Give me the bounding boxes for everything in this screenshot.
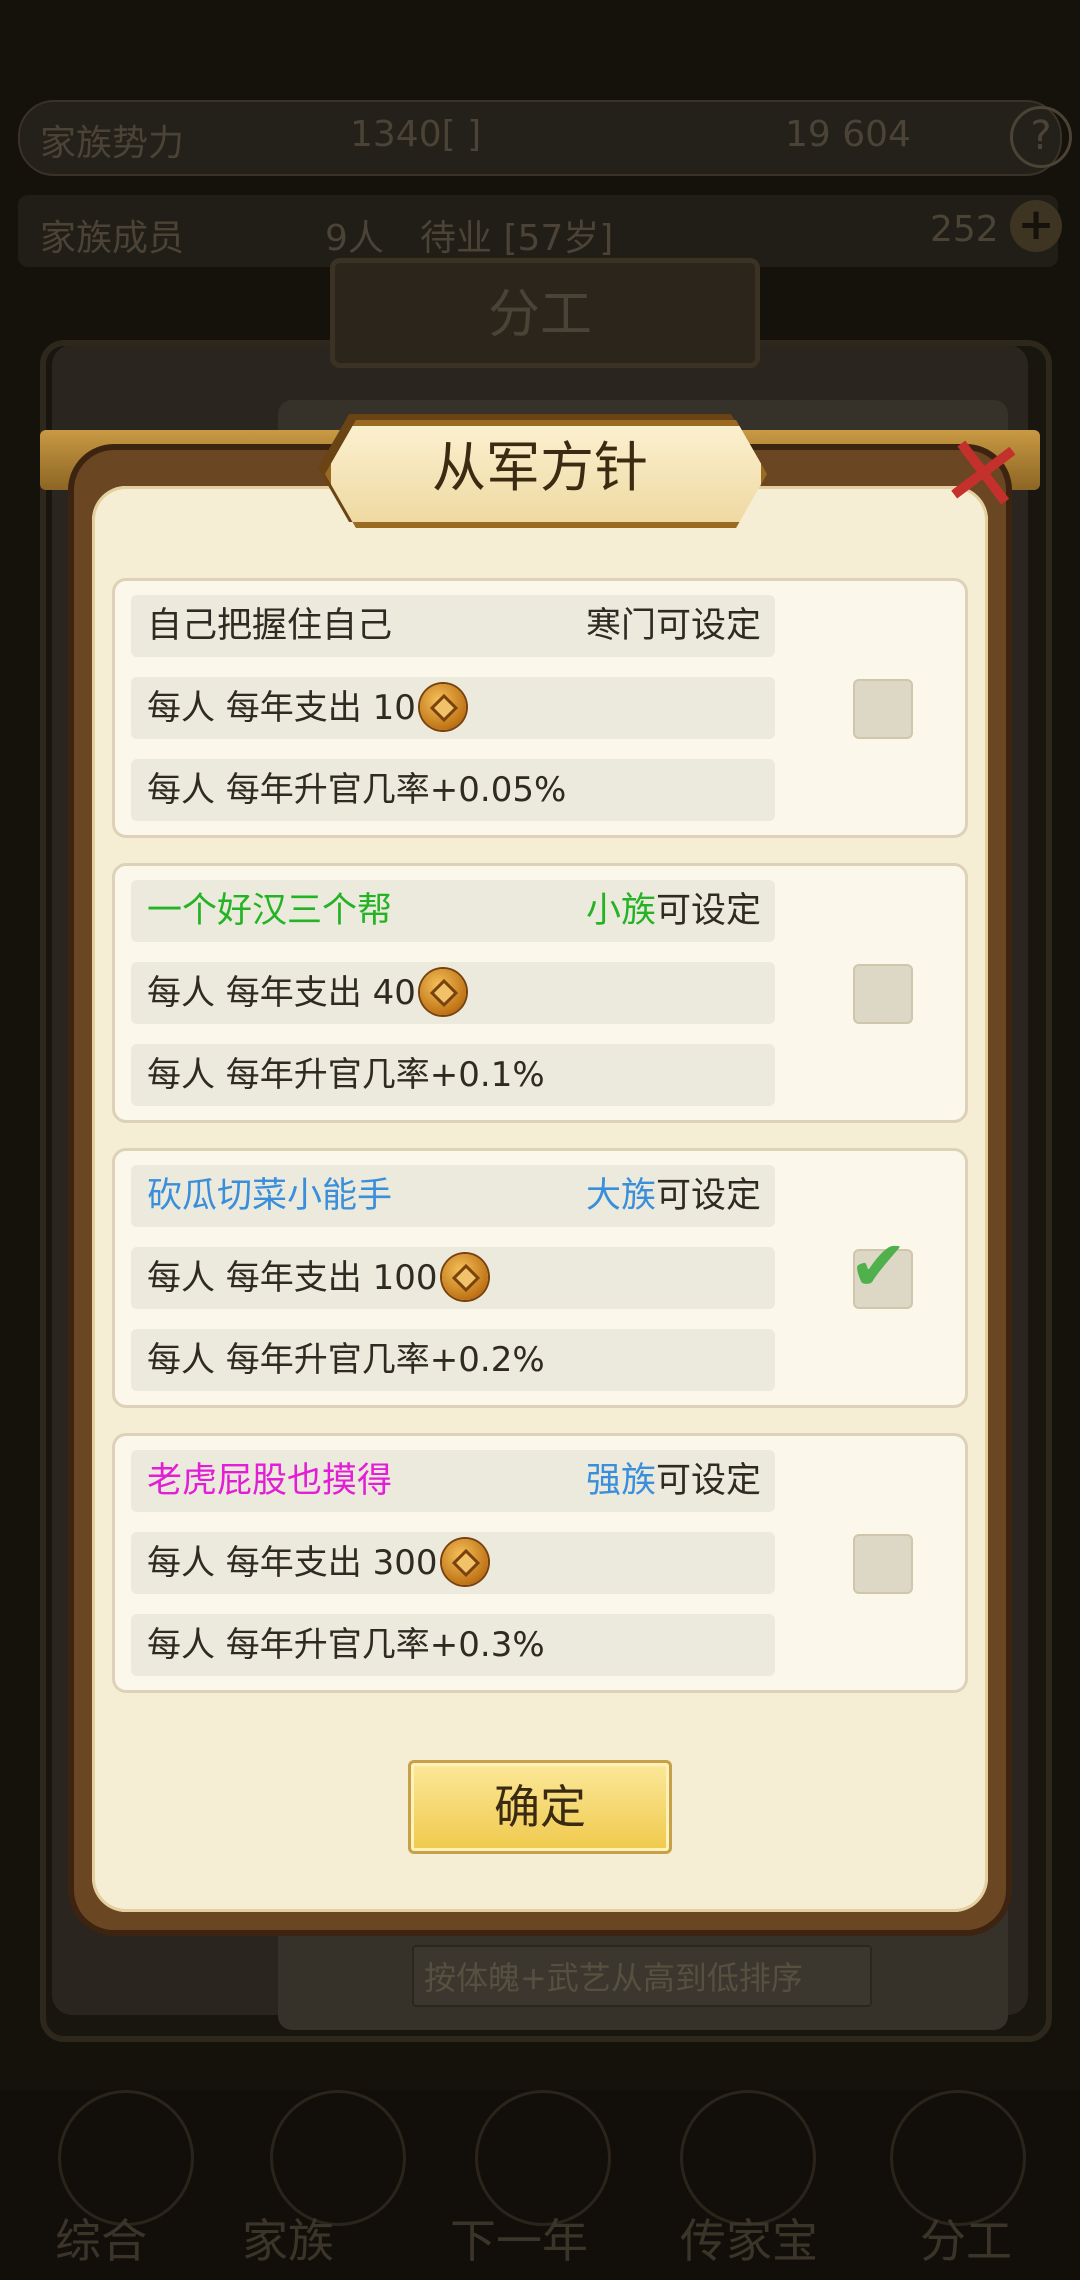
option-checkbox[interactable]	[853, 964, 913, 1024]
rate-row: 每人 每年升官几率+0.05%	[131, 759, 775, 821]
rate-row: 每人 每年升官几率+0.2%	[131, 1329, 775, 1391]
option-checkbox[interactable]	[853, 679, 913, 739]
cost-row: 每人 每年支出 300	[131, 1532, 775, 1594]
coin-icon	[419, 968, 466, 1015]
option-header-row: 老虎屁股也摸得 强族可设定	[131, 1450, 775, 1512]
close-button[interactable]: ✕	[921, 411, 1045, 539]
option-checkbox[interactable]: ✔	[849, 1231, 913, 1309]
option-card: 老虎屁股也摸得 强族可设定 每人 每年支出 300 每人 每年升官几率+0.3%	[112, 1433, 968, 1693]
tier-suffix: 可设定	[655, 606, 761, 646]
option-name: 砍瓜切菜小能手	[147, 1176, 393, 1216]
option-header-row: 砍瓜切菜小能手 大族可设定	[131, 1165, 775, 1227]
tier-suffix: 可设定	[655, 891, 761, 931]
option-checkbox[interactable]	[853, 1534, 913, 1594]
family-members-count: 9人	[325, 218, 384, 259]
option-card: 一个好汉三个帮 小族可设定 每人 每年支出 40 每人 每年升官几率+0.1%	[112, 863, 968, 1123]
family-members-label: 家族成员	[40, 218, 185, 259]
rate-row: 每人 每年升官几率+0.3%	[131, 1614, 775, 1676]
tier-requirement: 小族可设定	[586, 880, 761, 942]
tier-label: 大族	[585, 1176, 656, 1216]
family-power-label: 家族势力	[40, 123, 185, 164]
option-card: 砍瓜切菜小能手 大族可设定 每人 每年支出 100 每人 每年升官几率+0.2%…	[112, 1148, 968, 1408]
option-name: 自己把握住自己	[147, 606, 393, 646]
coin-icon	[441, 1538, 488, 1585]
coin-icon	[441, 1253, 488, 1300]
nav-item-division[interactable]: 分工	[920, 2205, 1012, 2271]
sort-dropdown[interactable]: 按体魄+武艺从高到低排序	[412, 1945, 872, 2007]
rate-row: 每人 每年升官几率+0.1%	[131, 1044, 775, 1106]
option-header-row: 自己把握住自己 寒门可设定	[131, 595, 775, 657]
add-money-icon[interactable]: +	[1010, 200, 1062, 252]
cost-row: 每人 每年支出 10	[131, 677, 775, 739]
nav-item-overview[interactable]: 综合	[55, 2205, 147, 2271]
resource-stats: 19 604	[785, 114, 911, 155]
coin-icon	[419, 683, 466, 730]
cost-value: 40	[372, 973, 416, 1013]
option-card: 自己把握住自己 寒门可设定 每人 每年支出 10 每人 每年升官几率+0.05%	[112, 578, 968, 838]
cost-prefix: 每人 每年支出	[147, 1258, 362, 1298]
tier-requirement: 寒门可设定	[586, 595, 761, 657]
cost-value: 10	[372, 688, 416, 728]
cost-row: 每人 每年支出 100	[131, 1247, 775, 1309]
member-status: 待业 [57岁]	[420, 218, 614, 259]
tier-suffix: 可设定	[655, 1461, 761, 1501]
cost-value: 100	[372, 1258, 438, 1298]
option-name: 老虎屁股也摸得	[147, 1461, 393, 1501]
nav-item-family[interactable]: 家族	[242, 2205, 334, 2271]
cost-value: 300	[372, 1543, 438, 1583]
confirm-button[interactable]: 确定	[408, 1760, 672, 1854]
nav-item-next-year[interactable]: 下一年	[450, 2205, 588, 2271]
tier-label: 小族	[585, 891, 656, 931]
tier-requirement: 大族可设定	[586, 1165, 761, 1227]
cost-prefix: 每人 每年支出	[147, 1543, 362, 1583]
cost-prefix: 每人 每年支出	[147, 688, 362, 728]
tier-label: 寒门	[585, 606, 656, 646]
help-icon[interactable]: ?	[1010, 106, 1072, 168]
tier-requirement: 强族可设定	[586, 1450, 761, 1512]
cost-row: 每人 每年支出 40	[131, 962, 775, 1024]
panel-title: 分工	[487, 285, 592, 345]
dialog-title: 从军方针	[432, 436, 648, 499]
cost-prefix: 每人 每年支出	[147, 973, 362, 1013]
option-header-row: 一个好汉三个帮 小族可设定	[131, 880, 775, 942]
tier-suffix: 可设定	[655, 1176, 761, 1216]
checkmark-icon: ✔	[849, 1225, 908, 1307]
money-value: 252	[930, 209, 999, 250]
nav-item-heirloom[interactable]: 传家宝	[680, 2205, 818, 2271]
tier-label: 强族	[585, 1461, 656, 1501]
family-power-value: 1340[ ]	[350, 114, 482, 155]
option-name: 一个好汉三个帮	[147, 891, 393, 931]
